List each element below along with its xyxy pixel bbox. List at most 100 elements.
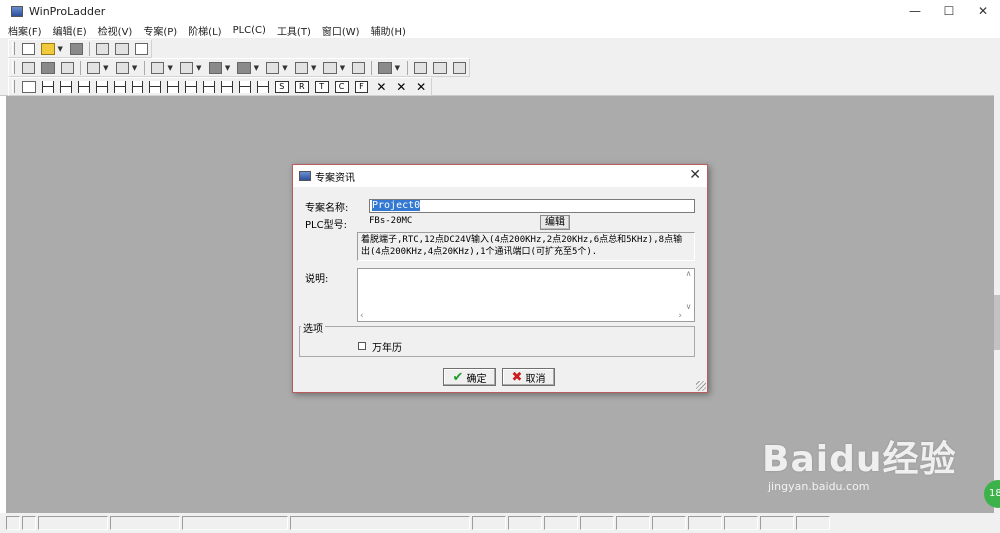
dropdown-arrow-icon[interactable]: ▼	[225, 64, 230, 72]
menu-view[interactable]: 检视(V)	[98, 23, 133, 38]
dropdown-arrow-icon[interactable]: ▼	[132, 64, 137, 72]
edit-plc-button[interactable]: 编辑	[540, 215, 570, 230]
calendar-label[interactable]: 万年历	[372, 339, 402, 354]
menu-project[interactable]: 专案(P)	[143, 23, 177, 38]
ladder-mode-icon[interactable]	[21, 61, 36, 74]
io-icon[interactable]	[323, 61, 337, 74]
cancel-button[interactable]: ✖ 取消	[502, 368, 555, 386]
user-icon[interactable]	[237, 61, 251, 74]
branch-close-icon[interactable]	[203, 80, 216, 93]
branch-open-icon[interactable]	[185, 80, 198, 93]
wire-icon[interactable]	[256, 80, 269, 93]
coil-reset-icon[interactable]	[167, 80, 180, 93]
delete-row-icon[interactable]: ✕	[414, 81, 428, 93]
toolbar-file: ▼	[8, 39, 152, 58]
menu-window[interactable]: 窗口(W)	[322, 23, 360, 38]
dropdown-arrow-icon[interactable]: ▼	[282, 64, 287, 72]
grid-icon[interactable]	[134, 42, 148, 55]
save-icon[interactable]	[69, 42, 84, 55]
scroll-left-icon[interactable]: ‹	[360, 311, 364, 321]
close-button[interactable]: ✕	[966, 0, 1000, 22]
table-icon[interactable]	[294, 61, 308, 74]
scrollbar-vertical[interactable]	[994, 70, 1000, 515]
align-left-icon[interactable]	[413, 61, 428, 74]
contact-rising-icon[interactable]	[77, 80, 90, 93]
run-icon[interactable]	[151, 61, 165, 74]
horizontal-line-icon[interactable]	[221, 80, 234, 93]
menu-ladder[interactable]: 阶梯(L)	[188, 23, 221, 38]
open-folder-icon[interactable]	[41, 42, 55, 55]
status-cell	[724, 516, 758, 530]
coil-set-icon[interactable]	[149, 80, 162, 93]
coil-inverse-icon[interactable]	[131, 80, 144, 93]
comment-icon[interactable]	[60, 61, 74, 74]
contact-falling-icon[interactable]	[95, 80, 108, 93]
dialog-close-icon[interactable]: ✕	[689, 167, 701, 183]
project-name-selected-text: Project0	[372, 200, 421, 211]
scrollbar-thumb[interactable]	[994, 295, 1000, 350]
set-s-icon[interactable]: S	[274, 80, 289, 93]
menu-file[interactable]: 档案(F)	[8, 23, 42, 38]
dialog-titlebar[interactable]: 专案资讯 ✕	[293, 165, 707, 187]
timer-t-icon[interactable]: T	[314, 80, 329, 93]
window-split-icon[interactable]	[115, 42, 129, 55]
status-cell	[652, 516, 686, 530]
register-icon[interactable]	[265, 61, 280, 74]
scroll-right-icon[interactable]: ›	[678, 311, 682, 321]
insert-icon[interactable]	[452, 61, 466, 74]
delete-column-icon[interactable]: ✕	[394, 81, 408, 93]
scroll-down-icon[interactable]: ∨	[686, 302, 692, 311]
contact-no-icon[interactable]	[41, 80, 54, 93]
calendar-checkbox[interactable]	[358, 342, 366, 350]
scroll-up-icon[interactable]: ∧	[686, 269, 692, 278]
dropdown-arrow-icon[interactable]: ▼	[311, 64, 316, 72]
dropdown-arrow-icon[interactable]: ▼	[167, 64, 172, 72]
menu-edit[interactable]: 编辑(E)	[53, 23, 87, 38]
menu-help[interactable]: 辅助(H)	[371, 23, 406, 38]
toolbar-grip[interactable]	[12, 80, 15, 93]
align-right-icon[interactable]	[433, 61, 447, 74]
dropdown-arrow-icon[interactable]: ▼	[340, 64, 345, 72]
toolbar-ladder: S R T C F ✕ ✕ ✕	[8, 77, 432, 96]
window-icon[interactable]	[96, 42, 110, 55]
function-f-icon[interactable]: F	[354, 80, 369, 93]
project-info-dialog: 专案资讯 ✕ 专案名称: Project0 PLC型号: FBs-20MC 编辑…	[292, 164, 708, 393]
reset-r-icon[interactable]: R	[294, 80, 309, 93]
toolbar-grip[interactable]	[12, 42, 15, 55]
toolbar-separator	[407, 60, 408, 75]
ok-button[interactable]: ✔ 确定	[443, 368, 496, 386]
delete-icon[interactable]: ✕	[374, 81, 388, 93]
project-name-input[interactable]: Project0	[369, 199, 695, 213]
counter-c-icon[interactable]: C	[334, 80, 349, 93]
vertical-line-icon[interactable]	[239, 80, 251, 93]
monitor-icon[interactable]	[86, 61, 101, 74]
pointer-icon[interactable]	[21, 80, 36, 93]
dialog-app-icon	[299, 171, 311, 181]
status-cell	[290, 516, 470, 530]
eraser-icon[interactable]	[41, 61, 55, 74]
minimize-button[interactable]: —	[898, 0, 932, 22]
coil-icon[interactable]	[113, 80, 126, 93]
new-file-icon[interactable]	[21, 42, 36, 55]
transfer-icon[interactable]	[179, 61, 194, 74]
dropdown-arrow-icon[interactable]: ▼	[58, 45, 63, 53]
note-textarea[interactable]: ∧ ∨ ‹ ›	[357, 268, 695, 322]
dropdown-arrow-icon[interactable]: ▼	[103, 64, 108, 72]
maximize-button[interactable]: ☐	[932, 0, 966, 22]
toolbar-grip[interactable]	[12, 61, 15, 74]
resize-grip-icon[interactable]	[696, 381, 706, 391]
contact-nc-icon[interactable]	[59, 80, 72, 93]
dropdown-arrow-icon[interactable]: ▼	[254, 64, 259, 72]
calendar-icon[interactable]	[352, 61, 366, 74]
menu-tools[interactable]: 工具(T)	[277, 23, 311, 38]
dropdown-arrow-icon[interactable]: ▼	[395, 64, 400, 72]
status-icon[interactable]	[208, 61, 222, 74]
note-vertical-scrollbar[interactable]: ∧ ∨	[683, 269, 694, 311]
dropdown-arrow-icon[interactable]: ▼	[196, 64, 201, 72]
list-icon[interactable]	[115, 61, 129, 74]
status-cell	[544, 516, 578, 530]
status-cell	[796, 516, 830, 530]
print-icon[interactable]	[378, 61, 392, 74]
note-horizontal-scrollbar[interactable]: ‹ ›	[358, 310, 684, 321]
menu-plc[interactable]: PLC(C)	[233, 25, 266, 36]
